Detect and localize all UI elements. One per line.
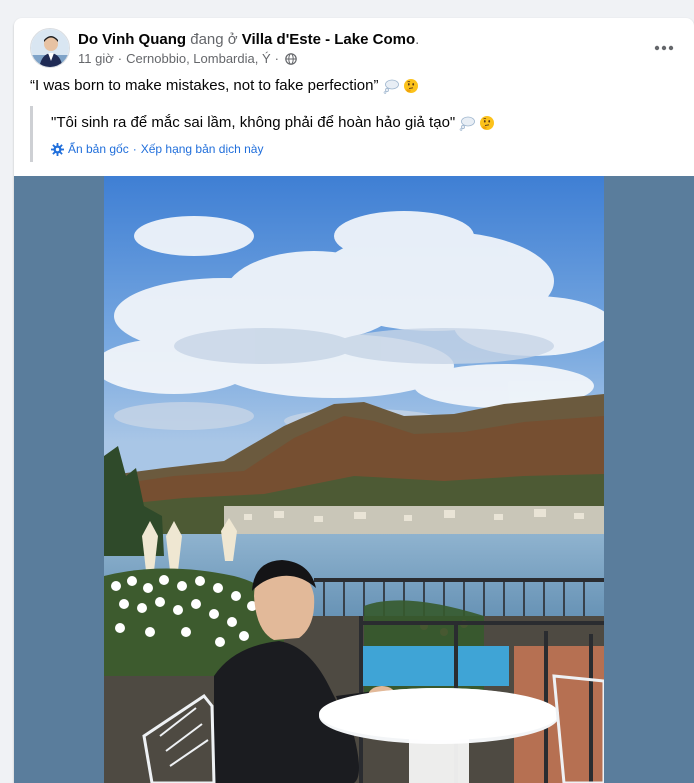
post-meta: 11 giờ · Cernobbio, Lombardia, Ý · — [78, 51, 297, 67]
translated-message: "Tôi sinh ra để mắc sai lầm, không phải … — [51, 114, 456, 131]
post-text: “I was born to make mistakes, not to fak… — [30, 76, 670, 96]
photo-image — [104, 176, 604, 783]
post-time[interactable]: 11 giờ — [78, 51, 114, 67]
translation-block: "Tôi sinh ra để mắc sai lầm, không phải … — [30, 106, 670, 162]
more-options-button[interactable] — [646, 30, 682, 66]
gear-icon[interactable] — [51, 142, 64, 156]
meta-separator-2: · — [274, 51, 279, 66]
feed-background — [0, 0, 694, 18]
location-prefix: đang ở — [190, 31, 238, 48]
post-message: “I was born to make mistakes, not to fak… — [30, 77, 379, 94]
more-horizontal-icon — [654, 45, 674, 51]
translation-text-line: "Tôi sinh ra để mắc sai lầm, không phải … — [51, 113, 495, 133]
thought-bubble-emoji — [383, 79, 399, 94]
media-container — [14, 176, 694, 783]
rate-translation-link[interactable]: Xếp hạng bản dịch này — [141, 141, 264, 157]
avatar-image — [31, 29, 69, 67]
post-place[interactable]: Cernobbio, Lombardia, Ý — [126, 51, 271, 67]
author-line: Do Vinh Quang đang ở Villa d'Este - Lake… — [78, 30, 419, 50]
thought-bubble-emoji — [459, 116, 476, 131]
post-header: Do Vinh Quang đang ở Villa d'Este - Lake… — [14, 18, 694, 78]
hide-original-link[interactable]: Ẩn bản gốc — [68, 141, 129, 157]
post-card: Do Vinh Quang đang ở Villa d'Este - Lake… — [14, 18, 694, 783]
location-suffix: . — [415, 31, 420, 48]
link-separator: · — [132, 142, 137, 156]
post-photo[interactable] — [104, 176, 604, 783]
location-link[interactable]: Villa d'Este - Lake Como — [242, 31, 415, 48]
translation-actions: Ẩn bản gốc · Xếp hạng bản dịch này — [51, 141, 263, 157]
globe-icon[interactable] — [285, 53, 297, 65]
meta-separator: · — [117, 51, 123, 66]
thinking-face-emoji — [480, 116, 495, 130]
thinking-face-emoji — [403, 79, 418, 93]
avatar[interactable] — [30, 28, 70, 68]
author-name[interactable]: Do Vinh Quang — [78, 31, 186, 48]
